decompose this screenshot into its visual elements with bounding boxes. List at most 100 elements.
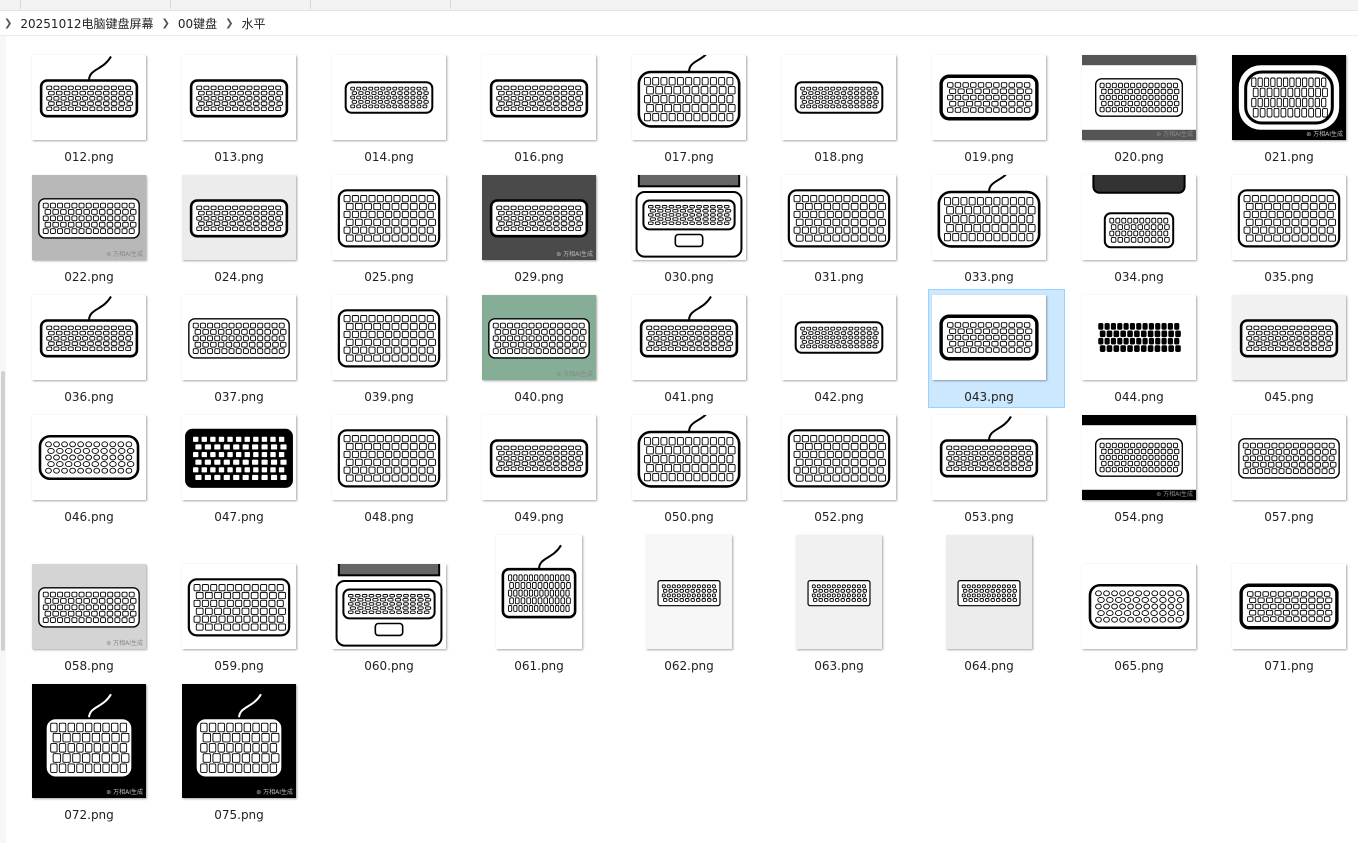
keyboard-icon: [38, 434, 140, 481]
file-thumbnail[interactable]: [932, 175, 1046, 260]
file-thumbnail[interactable]: [1082, 175, 1196, 260]
file-thumbnail[interactable]: [182, 175, 296, 260]
keyboard-icon: [939, 74, 1039, 121]
file-thumbnail[interactable]: [1232, 564, 1346, 649]
file-name-label: 018.png: [814, 150, 864, 164]
watermark-text: ⊛ 万相AI生成: [1306, 131, 1343, 138]
keyboard-icon: [187, 578, 291, 637]
file-name-label: 065.png: [1114, 659, 1164, 673]
file-thumbnail[interactable]: [1232, 415, 1346, 500]
file-name-label: 072.png: [64, 808, 114, 822]
file-thumbnail[interactable]: [182, 295, 296, 380]
file-thumbnail[interactable]: ⊛ 万相AI生成: [32, 564, 146, 649]
keyboard-icon: [1238, 438, 1340, 479]
file-thumbnail[interactable]: [632, 55, 746, 140]
keyboard-icon: [1239, 319, 1339, 358]
keyboard-icon: [939, 314, 1039, 361]
file-thumbnail[interactable]: [946, 535, 1032, 649]
keyboard-icon: [489, 199, 589, 238]
watermark-text: ⊛ 万相AI生成: [106, 789, 143, 796]
file-thumbnail[interactable]: [332, 564, 446, 649]
file-thumbnail[interactable]: ⊛ 万相AI生成: [182, 684, 296, 798]
keyboard-icon: [639, 295, 739, 358]
file-name-label: 052.png: [814, 510, 864, 524]
file-name-label: 044.png: [1114, 390, 1164, 404]
file-name-label: 030.png: [664, 270, 714, 284]
file-name-label: 047.png: [214, 510, 264, 524]
file-name-label: 020.png: [1114, 150, 1164, 164]
file-thumbnail[interactable]: [782, 295, 896, 380]
file-thumbnail[interactable]: [482, 415, 596, 500]
file-thumbnail[interactable]: ⊛ 万相AI生成: [32, 684, 146, 798]
file-name-label: 019.png: [964, 150, 1014, 164]
file-thumbnail[interactable]: [782, 55, 896, 140]
file-name-label: 063.png: [814, 659, 864, 673]
file-thumbnail[interactable]: ⊛ 万相AI生成: [32, 175, 146, 260]
file-thumbnail[interactable]: [332, 415, 446, 500]
file-thumbnail[interactable]: [482, 55, 596, 140]
file-thumbnail[interactable]: [932, 415, 1046, 500]
keyboard-icon: [787, 429, 891, 488]
file-thumbnail[interactable]: [332, 175, 446, 260]
keyboard-icon: [1095, 320, 1183, 355]
file-thumbnail[interactable]: [182, 564, 296, 649]
keyboard-icon: [635, 175, 743, 258]
file-thumbnail[interactable]: [646, 535, 732, 649]
file-thumbnail[interactable]: [932, 295, 1046, 380]
file-thumbnail[interactable]: ⊛ 万相AI生成: [482, 295, 596, 380]
file-thumbnail[interactable]: [782, 175, 896, 260]
keyboard-icon: [501, 544, 577, 619]
file-thumbnail[interactable]: [32, 415, 146, 500]
file-thumbnail[interactable]: [932, 55, 1046, 140]
file-name-label: 040.png: [514, 390, 564, 404]
file-name-label: 031.png: [814, 270, 864, 284]
file-name-label: 046.png: [64, 510, 114, 524]
file-thumbnail[interactable]: [1082, 295, 1196, 380]
file-thumbnail[interactable]: [632, 175, 746, 260]
file-thumbnail[interactable]: [496, 535, 582, 649]
keyboard-icon: [1238, 65, 1340, 130]
keyboard-icon: [488, 318, 590, 359]
keyboard-icon: [637, 55, 741, 128]
file-thumbnail[interactable]: [32, 295, 146, 380]
keyboard-icon: [39, 55, 139, 118]
keyboard-icon: [1092, 175, 1186, 249]
file-thumbnail[interactable]: [182, 415, 296, 500]
file-name-label: 057.png: [1264, 510, 1314, 524]
file-thumbnail[interactable]: [32, 55, 146, 140]
file-thumbnail[interactable]: [1232, 175, 1346, 260]
file-thumbnail[interactable]: [332, 295, 446, 380]
watermark-text: ⊛ 万相AI生成: [556, 371, 593, 378]
file-name-label: 036.png: [64, 390, 114, 404]
file-thumbnail[interactable]: ⊛ 万相AI生成: [1082, 55, 1196, 140]
file-name-label: 062.png: [664, 659, 714, 673]
file-thumbnail[interactable]: [182, 55, 296, 140]
file-name-label: 043.png: [964, 390, 1014, 404]
file-name-label: 022.png: [64, 270, 114, 284]
file-name-label: 021.png: [1264, 150, 1314, 164]
keyboard-icon: [44, 693, 134, 779]
file-name-label: 064.png: [964, 659, 1014, 673]
keyboard-icon: [807, 579, 871, 607]
file-thumbnail[interactable]: ⊛ 万相AI生成: [1232, 55, 1346, 140]
keyboard-icon: [794, 321, 884, 354]
file-thumbnail[interactable]: [332, 55, 446, 140]
file-thumbnail[interactable]: [632, 295, 746, 380]
file-thumbnail[interactable]: [796, 535, 882, 649]
file-thumbnail[interactable]: [1082, 564, 1196, 649]
file-name-label: 039.png: [364, 390, 414, 404]
keyboard-icon: [189, 79, 289, 118]
keyboard-icon: [1237, 189, 1341, 248]
file-thumbnail[interactable]: [1232, 295, 1346, 380]
file-thumbnail[interactable]: [782, 415, 896, 500]
file-name-label: 035.png: [1264, 270, 1314, 284]
file-name-label: 034.png: [1114, 270, 1164, 284]
file-thumbnail[interactable]: ⊛ 万相AI生成: [482, 175, 596, 260]
keyboard-icon: [957, 579, 1021, 607]
file-thumbnail[interactable]: ⊛ 万相AI生成: [1082, 415, 1196, 500]
file-thumbnail[interactable]: [632, 415, 746, 500]
keyboard-icon: [188, 318, 290, 359]
keyboard-icon: [39, 295, 139, 358]
watermark-text: ⊛ 万相AI生成: [106, 251, 143, 258]
file-name-label: 053.png: [964, 510, 1014, 524]
